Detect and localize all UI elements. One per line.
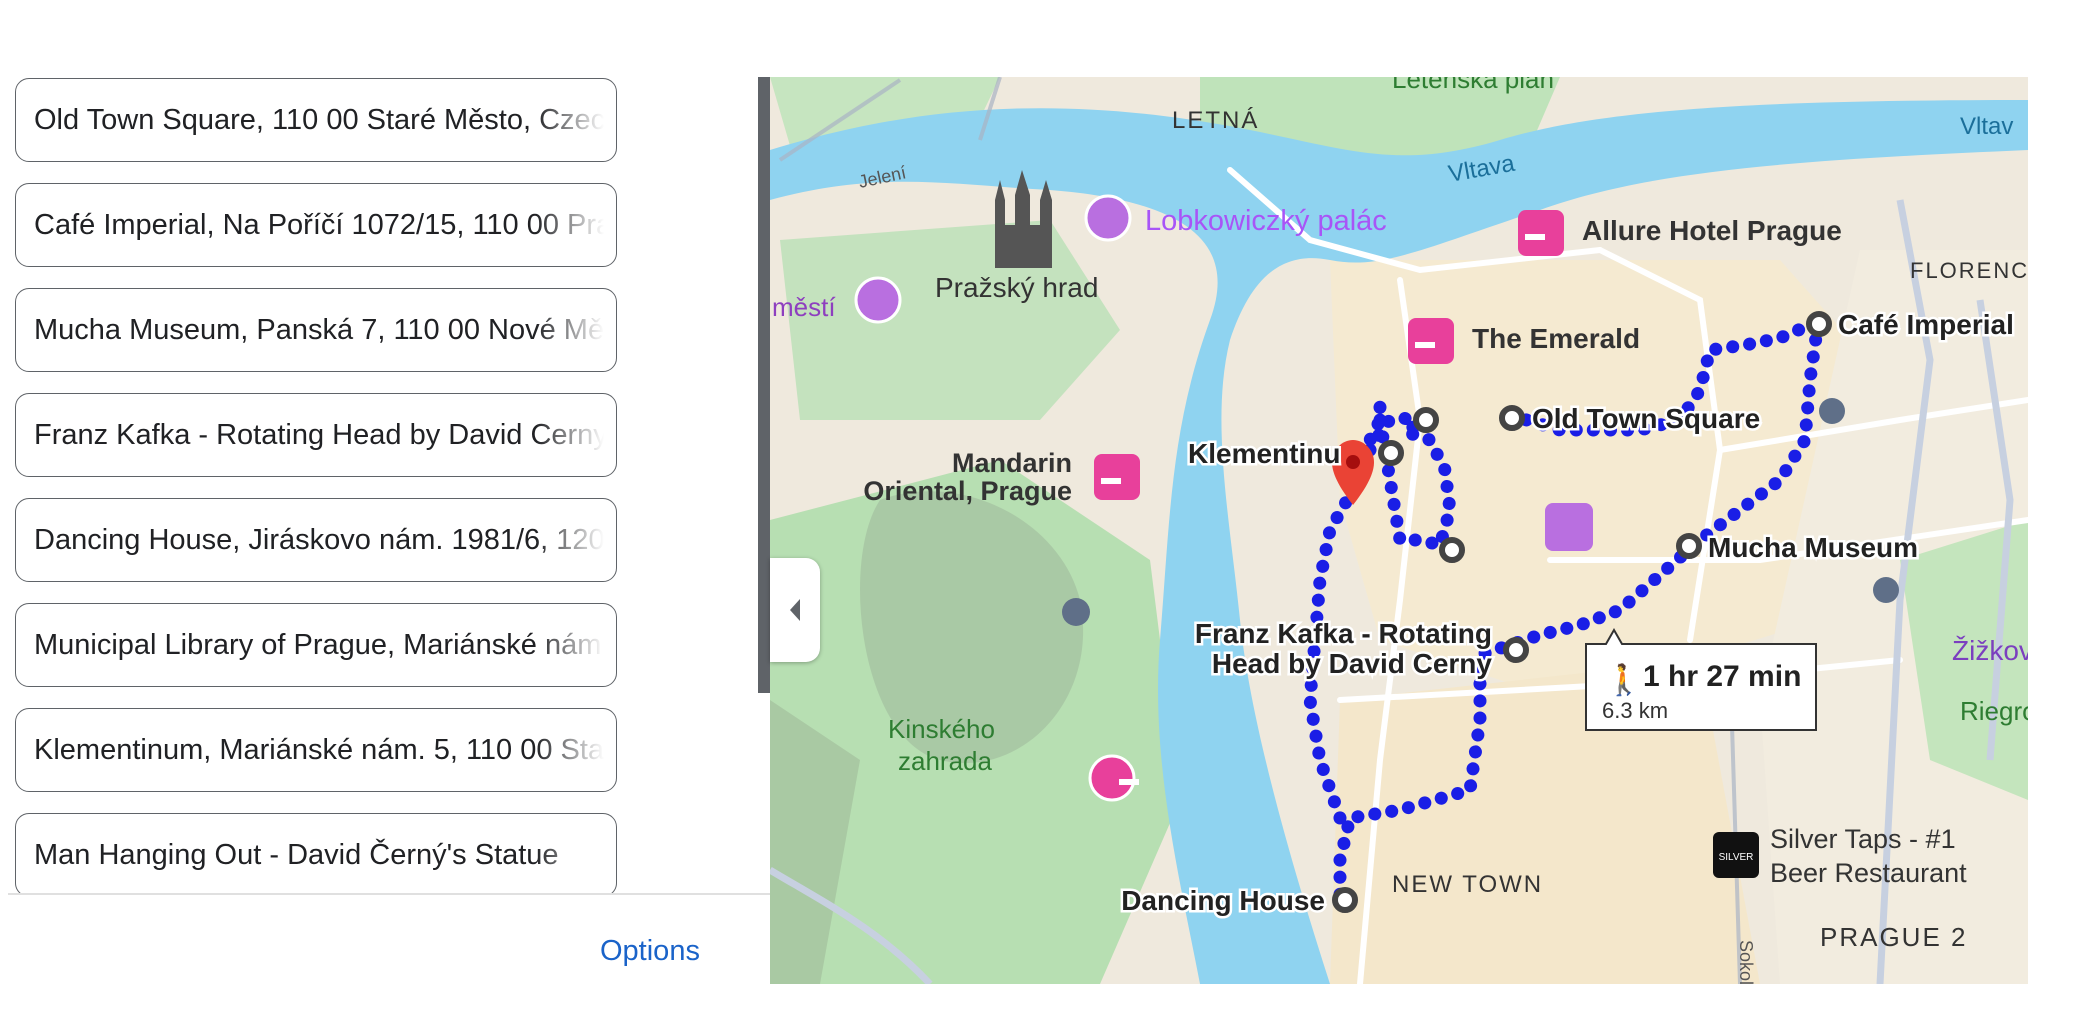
route-info-box: 🚶 1 hr 27 min 6.3 km [1585,627,1817,731]
label-florenc: FLORENC [1910,258,2028,283]
stop-input-4[interactable]: Franz Kafka - Rotating Head by David Cer… [15,393,617,477]
label-kafka-1: Franz Kafka - Rotating [1195,618,1492,649]
silver-taps-logo: SILVER [1719,852,1754,863]
stop-input-4-text: Franz Kafka - Rotating Head by David Cer… [34,419,604,451]
options-button[interactable]: Options [600,935,700,968]
label-klementinum: Klementinu [1188,438,1340,469]
label-silver-1: Silver Taps - #1 [1770,824,1956,854]
label-allure: Allure Hotel Prague [1582,215,1842,246]
stop-input-6[interactable]: Municipal Library of Prague, Mariánské n… [15,603,617,687]
label-mucha-museum: Mucha Museum [1708,532,1918,563]
label-kinsky-2: zahrada [898,746,992,776]
label-sokolska: Sokol [1736,940,1756,984]
stop-input-2-text: Café Imperial, Na Poříčí 1072/15, 110 00… [34,209,604,241]
stop-input-7[interactable]: Klementinum, Mariánské nám. 5, 110 00 St… [15,708,617,792]
label-letna: LETNÁ [1172,107,1259,134]
stop-input-3-text: Mucha Museum, Panská 7, 110 00 Nové Měst… [34,314,604,346]
route-duration: 1 hr 27 min [1643,660,1801,693]
label-prague2: PRAGUE 2 [1820,922,1968,952]
svg-text:▬: ▬ [1101,467,1121,489]
stop-input-5-text: Dancing House, Jiráskovo nám. 1981/6, 12… [34,524,604,556]
label-namesti: městí [772,292,836,322]
route-distance: 6.3 km [1602,698,1668,723]
walking-icon: 🚶 [1605,662,1642,697]
label-new-town: NEW TOWN [1392,871,1543,898]
stop-input-7-text: Klementinum, Mariánské nám. 5, 110 00 St… [34,734,604,766]
panel-divider [8,893,770,895]
label-dancing-house: Dancing House [1121,885,1325,916]
label-old-town-square: Old Town Square [1532,403,1760,434]
label-mandarin-1: Mandarin [952,448,1072,478]
label-vltava-2: Vltav [1960,113,2013,140]
map-view[interactable]: ▬ ▬ ▬ ▬ SILVER LETNÁ NEW TOWN PRAGUE 2 F… [770,77,2028,984]
svg-text:▬: ▬ [1415,331,1435,353]
stop-input-3[interactable]: Mucha Museum, Panská 7, 110 00 Nové Měst… [15,288,617,372]
label-zizkov: Žižkov [1952,635,2028,666]
label-kinsky-1: Kinského [888,714,995,744]
stop-input-1[interactable]: Old Town Square, 110 00 Staré Město, Cze… [15,78,617,162]
label-emerald: The Emerald [1472,323,1640,354]
scrollbar[interactable] [758,77,770,693]
stop-input-6-text: Municipal Library of Prague, Mariánské n… [34,629,604,661]
chevron-left-icon [790,599,800,621]
stop-input-5[interactable]: Dancing House, Jiráskovo nám. 1981/6, 12… [15,498,617,582]
label-riegrovy: Riegro [1960,696,2028,726]
stop-input-8[interactable]: Man Hanging Out - David Černý's Statue [15,813,617,893]
collapse-panel-button[interactable] [770,558,820,662]
svg-text:▬: ▬ [1119,768,1139,790]
stop-input-2[interactable]: Café Imperial, Na Poříčí 1072/15, 110 00… [15,183,617,267]
label-silver-2: Beer Restaurant [1770,858,1967,888]
label-letenska: Letenská pláň [1392,77,1554,94]
label-kafka-2: Head by David Cerny [1212,648,1493,679]
label-prazsky-hrad: Pražský hrad [935,272,1098,303]
stops-list: Old Town Square, 110 00 Staré Město, Cze… [0,70,770,893]
label-cafe-imperial: Café Imperial [1838,309,2014,340]
directions-panel: Old Town Square, 110 00 Staré Město, Cze… [0,0,770,1020]
svg-text:▬: ▬ [1525,223,1545,245]
label-mandarin-2: Oriental, Prague [863,476,1072,506]
stop-input-1-text: Old Town Square, 110 00 Staré Město, Cze… [34,104,604,136]
label-lobkowicz: Lobkowiczký palác [1145,205,1387,237]
stop-input-8-text: Man Hanging Out - David Černý's Statue [34,839,559,871]
